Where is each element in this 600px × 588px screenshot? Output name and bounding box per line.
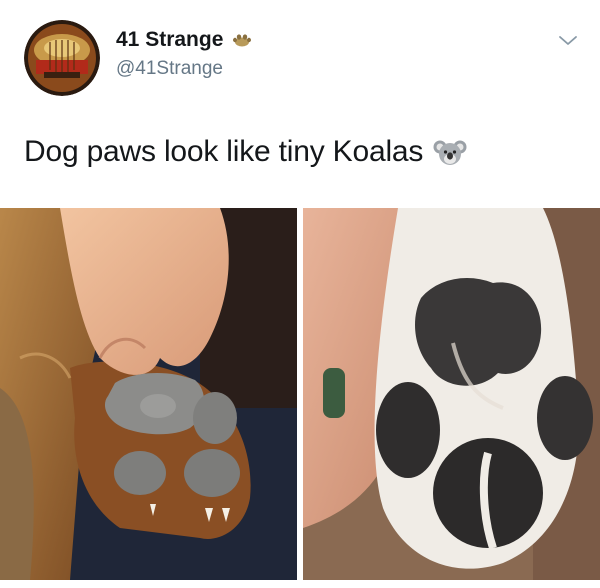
- author-handle[interactable]: @41Strange: [116, 58, 223, 80]
- paw-badge-icon: [231, 32, 253, 48]
- author-name-row[interactable]: 41 Strange: [116, 28, 253, 52]
- tweet-card: 41 Strange @41Strange Dog paws look like…: [0, 0, 600, 588]
- author-display-name[interactable]: 41 Strange: [116, 28, 223, 52]
- koala-emoji-icon: [433, 137, 467, 167]
- tweet-text-row: Dog paws look like tiny Koalas: [24, 135, 467, 169]
- tweet-photo-2[interactable]: [303, 208, 600, 580]
- tweet-text: Dog paws look like tiny Koalas: [24, 135, 424, 168]
- chevron-down-icon[interactable]: [556, 30, 580, 50]
- avatar[interactable]: [24, 20, 100, 96]
- tweet-photo-1[interactable]: [0, 208, 297, 580]
